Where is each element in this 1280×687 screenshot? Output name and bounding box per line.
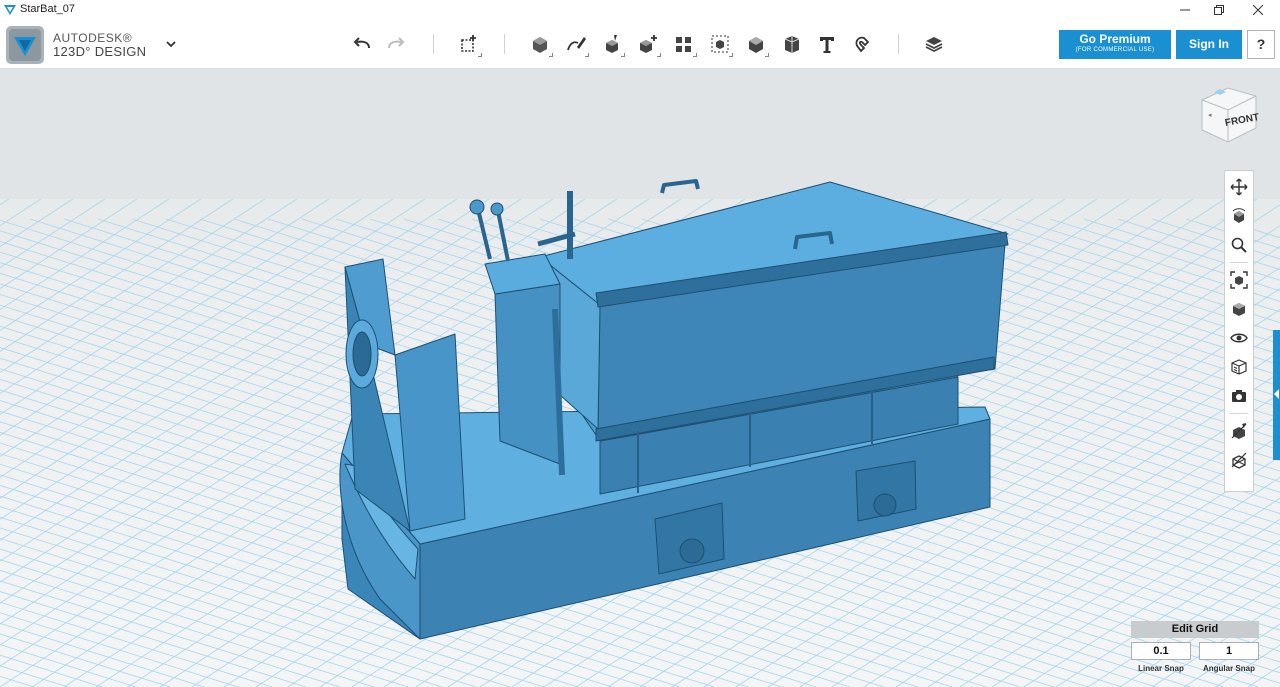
redo-button[interactable]: [381, 29, 411, 59]
material-icon: [925, 37, 943, 53]
snap-button[interactable]: [848, 29, 878, 59]
sketch-visibility-icon: [1231, 423, 1247, 439]
title-bar: StarBat_07: [0, 0, 1280, 20]
sketch-button[interactable]: [561, 29, 591, 59]
linear-snap-label: Linear Snap: [1138, 664, 1184, 673]
maximize-button[interactable]: [1201, 0, 1237, 20]
snap-icon: [855, 36, 870, 53]
orbit-icon: [1232, 208, 1246, 223]
go-premium-label: Go Premium: [1079, 32, 1151, 46]
grid-settings-panel: Edit Grid 0.1 1 Linear Snap Angular Snap: [1131, 621, 1259, 681]
primitives-icon: [533, 37, 547, 53]
material-display-icon: [1231, 359, 1247, 375]
close-icon: [1253, 5, 1263, 15]
material-button[interactable]: [919, 29, 949, 59]
mesh-visibility-icon: [1231, 452, 1247, 469]
pan-icon: [1230, 178, 1248, 196]
measure-icon: [784, 36, 800, 53]
app-icon: [4, 5, 16, 15]
toolbar-separator: [433, 34, 434, 54]
window-title: StarBat_07: [20, 3, 76, 15]
transform-button[interactable]: [454, 29, 484, 59]
measure-button[interactable]: [777, 29, 807, 59]
toolbar-separator: [504, 34, 505, 54]
sign-in-button[interactable]: Sign In: [1176, 30, 1242, 59]
transform-icon: [461, 35, 476, 52]
chevron-down-icon[interactable]: [164, 37, 178, 51]
undo-button[interactable]: [347, 29, 377, 59]
app-logo-icon[interactable]: [6, 26, 44, 64]
material-display-button[interactable]: [1228, 356, 1250, 378]
help-button[interactable]: ?: [1247, 30, 1275, 59]
svg-text:◂: ◂: [1208, 112, 1212, 119]
navigation-bar: [1224, 170, 1254, 492]
go-premium-button[interactable]: Go Premium (FOR COMMERCIAL USE): [1059, 30, 1171, 59]
sketch-icon: [567, 37, 586, 51]
minimize-icon: [1180, 9, 1190, 11]
pan-button[interactable]: [1228, 176, 1250, 198]
view-cube[interactable]: FRONT ◂: [1198, 84, 1260, 150]
modify-icon: [640, 35, 657, 53]
angular-snap-label: Angular Snap: [1202, 664, 1255, 673]
fit-icon: [1230, 271, 1248, 289]
visibility-icon: [1230, 333, 1248, 343]
combine-button[interactable]: [741, 29, 771, 59]
navbar-separator: [1230, 262, 1248, 263]
grouping-icon: [711, 35, 729, 53]
screenshot-button[interactable]: [1228, 385, 1250, 407]
primitives-button[interactable]: [525, 29, 555, 59]
navbar-separator: [1230, 413, 1248, 414]
edit-grid-button[interactable]: Edit Grid: [1131, 621, 1259, 638]
construct-button[interactable]: [597, 29, 627, 59]
logo-product: 123D° DESIGN: [53, 44, 147, 59]
3d-viewport[interactable]: [0, 69, 1280, 687]
grouping-button[interactable]: [705, 29, 735, 59]
views-icon: [1233, 303, 1245, 316]
toolbar-separator: [898, 34, 899, 54]
linear-snap-field[interactable]: 0.1: [1131, 642, 1191, 660]
orbit-button[interactable]: [1228, 205, 1250, 227]
scene-canvas[interactable]: [0, 69, 1280, 687]
sketch-visibility-button[interactable]: [1228, 420, 1250, 442]
restore-icon: [1214, 5, 1224, 15]
main-toolbar: AUTODESK® 123D° DESIGN Go Premium (FOR C…: [0, 20, 1280, 69]
chevron-left-icon: [1274, 389, 1279, 399]
minimize-button[interactable]: [1167, 0, 1203, 20]
logo-brand: AUTODESK®: [53, 31, 133, 45]
fit-button[interactable]: [1228, 269, 1250, 291]
go-premium-sublabel: (FOR COMMERCIAL USE): [1075, 47, 1155, 53]
camera-icon: [1232, 390, 1246, 402]
mesh-visibility-button[interactable]: [1228, 449, 1250, 471]
modify-button[interactable]: [633, 29, 663, 59]
angular-snap-field[interactable]: 1: [1199, 642, 1259, 660]
views-button[interactable]: [1228, 298, 1250, 320]
construct-icon: [606, 35, 618, 53]
zoom-icon: [1231, 237, 1247, 253]
pattern-button[interactable]: [669, 29, 699, 59]
pattern-icon: [676, 37, 691, 52]
redo-icon: [388, 37, 405, 49]
visibility-button[interactable]: [1228, 327, 1250, 349]
combine-icon: [749, 37, 763, 53]
text-button[interactable]: [812, 29, 842, 59]
text-icon: [820, 37, 834, 53]
close-button[interactable]: [1240, 0, 1276, 20]
zoom-button[interactable]: [1228, 234, 1250, 256]
undo-icon: [353, 37, 370, 49]
